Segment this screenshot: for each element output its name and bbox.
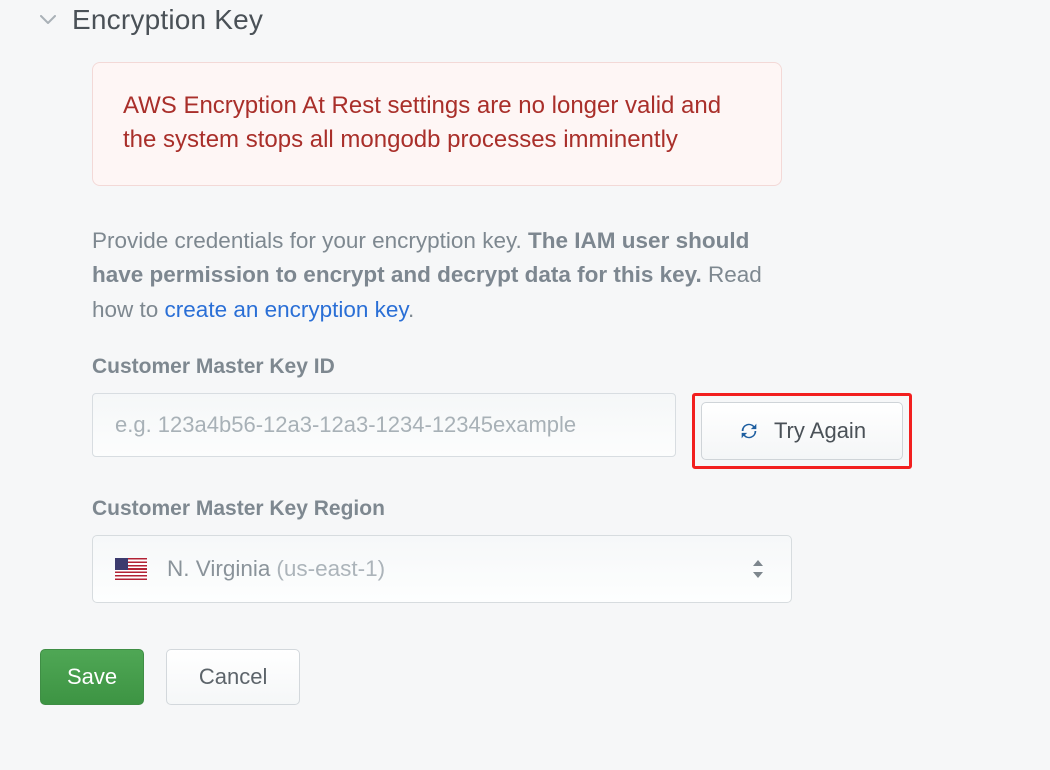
error-alert-text: AWS Encryption At Rest settings are no l… xyxy=(123,92,721,153)
create-encryption-key-link[interactable]: create an encryption key xyxy=(165,297,408,322)
cancel-button[interactable]: Cancel xyxy=(166,649,300,705)
help-period: . xyxy=(408,297,414,322)
save-button[interactable]: Save xyxy=(40,649,144,705)
refresh-icon xyxy=(738,420,760,442)
cancel-label: Cancel xyxy=(199,664,267,690)
help-lead: Provide credentials for your encryption … xyxy=(92,228,528,253)
help-text: Provide credentials for your encryption … xyxy=(92,224,802,327)
cmk-region-label: Customer Master Key Region xyxy=(92,497,912,521)
cmk-id-input[interactable] xyxy=(92,393,676,457)
region-name: N. Virginia xyxy=(167,556,270,582)
cmk-region-select[interactable]: N. Virginia (us-east-1) xyxy=(92,535,792,603)
try-again-highlight: Try Again xyxy=(692,393,912,469)
section-title: Encryption Key xyxy=(72,4,263,36)
try-again-label: Try Again xyxy=(774,418,866,444)
save-label: Save xyxy=(67,664,117,690)
region-code: (us-east-1) xyxy=(276,556,385,582)
error-alert: AWS Encryption At Rest settings are no l… xyxy=(92,62,782,186)
chevron-down-icon[interactable] xyxy=(40,15,56,25)
us-flag-icon xyxy=(115,558,147,580)
try-again-button[interactable]: Try Again xyxy=(701,402,903,460)
cmk-id-label: Customer Master Key ID xyxy=(92,355,912,379)
select-caret-icon xyxy=(751,558,765,580)
